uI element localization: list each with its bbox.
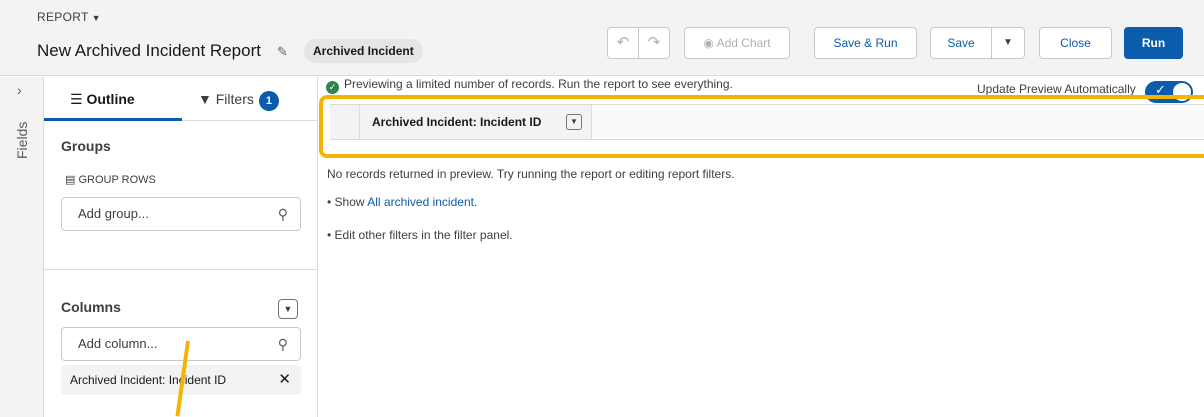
columns-menu-button[interactable]: ▼ — [278, 299, 298, 319]
filter-count-badge: 1 — [258, 91, 279, 111]
filter-icon: ▼ — [198, 91, 216, 107]
add-column-input[interactable]: Add column... ⚲ — [61, 327, 301, 361]
caret-down-icon: ▼ — [91, 13, 101, 23]
search-icon: ⚲ — [277, 206, 288, 222]
chevron-down-icon: ▼ — [1003, 37, 1013, 48]
report-title: New Archived Incident Report — [37, 41, 261, 60]
preview-notice: Previewing a limited number of records. … — [344, 77, 733, 91]
group-rows-label: ▤ GROUP ROWS — [65, 174, 156, 186]
group-rows-icon: ▤ — [65, 174, 79, 186]
close-button[interactable]: Close — [1039, 27, 1112, 59]
chevron-right-icon[interactable]: › — [17, 82, 22, 98]
undo-button[interactable]: ↶ — [607, 27, 639, 59]
report-type-menu[interactable]: REPORT ▼ — [37, 10, 101, 24]
save-button[interactable]: Save — [930, 27, 992, 59]
tab-outline[interactable]: ☰ Outline — [44, 77, 182, 121]
redo-button[interactable]: ↷ — [638, 27, 670, 59]
add-group-input[interactable]: Add group... ⚲ — [61, 197, 301, 231]
empty-preview-message: No records returned in preview. Try runn… — [327, 167, 735, 181]
tab-filters[interactable]: ▼ Filters 1 — [182, 77, 318, 121]
check-icon: ✓ — [326, 81, 339, 94]
update-preview-label: Update Preview Automatically — [977, 82, 1136, 96]
edit-filters-hint: • Edit other filters in the filter panel… — [327, 228, 513, 242]
chart-icon: ◉ — [703, 36, 717, 50]
report-type-badge: Archived Incident — [304, 39, 423, 63]
run-button[interactable]: Run — [1124, 27, 1183, 59]
fields-rail[interactable]: › Fields — [0, 77, 44, 417]
columns-title: Columns — [61, 299, 121, 315]
groups-title: Groups — [61, 138, 111, 154]
redo-icon: ↷ — [647, 34, 661, 51]
preview-notice-bar: ✓ Previewing a limited number of records.… — [320, 77, 1204, 103]
add-chart-button[interactable]: ◉ Add Chart — [684, 27, 790, 59]
save-and-run-button[interactable]: Save & Run — [814, 27, 917, 59]
pencil-icon[interactable]: ✎ — [277, 44, 288, 60]
report-header: REPORT ▼ New Archived Incident Report ✎ A… — [0, 0, 1204, 76]
all-archived-incident-link[interactable]: All archived incident — [367, 195, 474, 209]
list-icon: ☰ — [70, 91, 87, 107]
outline-panel: ☰ Outline ▼ Filters 1 Groups ▤ GROUP ROWS… — [44, 77, 318, 417]
search-icon: ⚲ — [277, 336, 288, 352]
undo-icon: ↶ — [616, 34, 630, 51]
fields-label: Fields — [14, 121, 30, 159]
close-icon[interactable]: ✕ — [278, 365, 291, 395]
section-divider — [44, 269, 318, 270]
highlight-annotation — [319, 95, 1204, 158]
show-all-line: • Show All archived incident. — [327, 195, 478, 209]
save-menu-button[interactable]: ▼ — [991, 27, 1025, 59]
